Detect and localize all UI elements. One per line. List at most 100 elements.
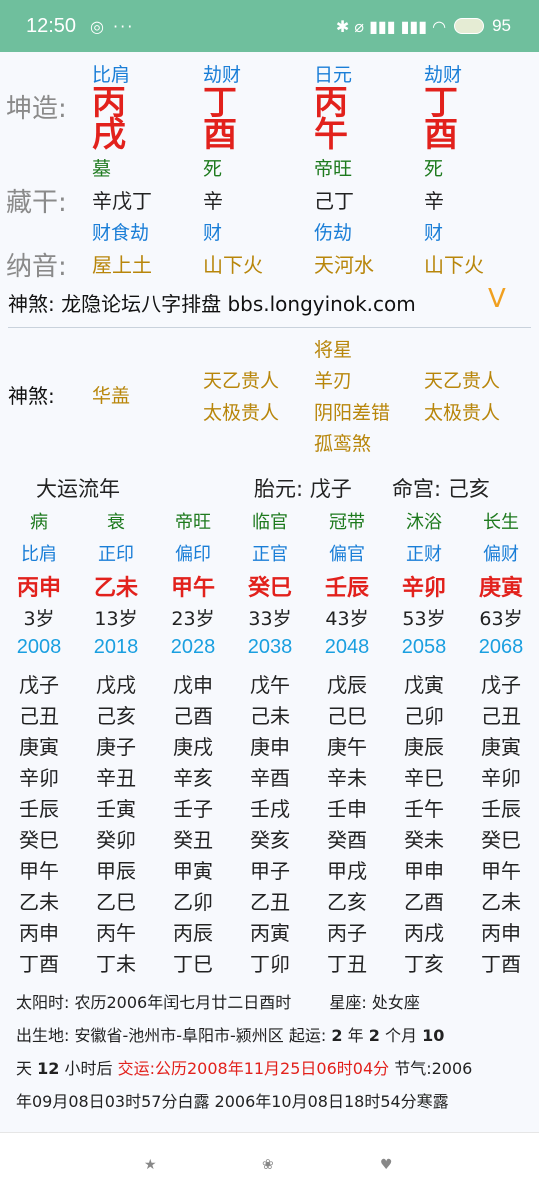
pillar-branch: 酉 bbox=[203, 115, 237, 155]
liunian-cell[interactable]: 乙亥 bbox=[310, 886, 384, 915]
liunian-cell[interactable]: 戊寅 bbox=[387, 669, 461, 698]
pillar-hidden: 辛戊丁 bbox=[92, 189, 152, 213]
liunian-cell[interactable]: 乙丑 bbox=[233, 886, 307, 915]
shensha-item: 太极贵人 bbox=[203, 402, 280, 424]
liunian-cell[interactable]: 丁亥 bbox=[387, 948, 461, 977]
birthplace: 出生地: 安徽省-池州市-阜阳市-颍州区 bbox=[16, 1026, 284, 1045]
liunian-cell[interactable]: 庚午 bbox=[310, 731, 384, 760]
liunian-cell[interactable]: 辛巳 bbox=[387, 762, 461, 791]
liunian-cell[interactable]: 丁酉 bbox=[464, 948, 538, 977]
paw-icon[interactable]: ❀ bbox=[262, 1157, 274, 1173]
liunian-cell[interactable]: 己卯 bbox=[387, 700, 461, 729]
liunian-cell[interactable]: 甲辰 bbox=[79, 855, 153, 884]
liunian-cell[interactable]: 甲申 bbox=[387, 855, 461, 884]
liunian-cell[interactable]: 丙辰 bbox=[156, 917, 230, 946]
info-jiaoyun: 天 12 小时后 交运:公历2008年11月25日06时04分 节气:2006 bbox=[16, 1055, 472, 1079]
liunian-cell[interactable]: 癸巳 bbox=[2, 824, 76, 853]
liunian-cell[interactable]: 壬申 bbox=[310, 793, 384, 822]
liunian-cell[interactable]: 丁卯 bbox=[233, 948, 307, 977]
liunian-cell[interactable]: 壬辰 bbox=[2, 793, 76, 822]
liunian-cell[interactable]: 戊辰 bbox=[310, 669, 384, 698]
liunian-cell[interactable]: 庚申 bbox=[233, 731, 307, 760]
dayun-phase: 衰 bbox=[107, 512, 125, 533]
liunian-cell[interactable]: 甲戌 bbox=[310, 855, 384, 884]
liunian-cell[interactable]: 戊午 bbox=[233, 669, 307, 698]
liunian-cell[interactable]: 庚子 bbox=[79, 731, 153, 760]
liunian-cell[interactable]: 己丑 bbox=[2, 700, 76, 729]
dayun-ganzhi: 甲午 bbox=[170, 576, 215, 601]
liunian-cell[interactable]: 丙寅 bbox=[233, 917, 307, 946]
pillar-phase: 死 bbox=[203, 158, 223, 180]
divider bbox=[8, 327, 531, 328]
liunian-cell[interactable]: 庚寅 bbox=[464, 731, 538, 760]
liunian-cell[interactable]: 己未 bbox=[233, 700, 307, 729]
dayun-shishen: 比肩 bbox=[21, 544, 57, 565]
liunian-cell[interactable]: 癸巳 bbox=[464, 824, 538, 853]
heart-icon[interactable]: ♥ bbox=[380, 1157, 393, 1173]
liunian-cell[interactable]: 丙戌 bbox=[387, 917, 461, 946]
liunian-cell[interactable]: 癸亥 bbox=[233, 824, 307, 853]
dayun-ganzhi: 壬辰 bbox=[324, 576, 369, 601]
info-solar-time: 太阳时: 农历2006年闰七月廿二日酉时 星座: 处女座 bbox=[16, 989, 420, 1013]
pillar-hidden: 己丁 bbox=[314, 189, 354, 213]
site-banner[interactable]: 神煞: 龙隐论坛八字排盘 bbs.longyinok.com bbox=[8, 288, 416, 317]
liunian-cell[interactable]: 辛酉 bbox=[233, 762, 307, 791]
qiyun-day: 10 bbox=[422, 1026, 445, 1045]
liunian-cell[interactable]: 乙卯 bbox=[156, 886, 230, 915]
star-icon[interactable]: ★ bbox=[144, 1157, 157, 1173]
liunian-cell[interactable]: 癸卯 bbox=[79, 824, 153, 853]
liunian-cell[interactable]: 庚戌 bbox=[156, 731, 230, 760]
liunian-cell[interactable]: 丙申 bbox=[2, 917, 76, 946]
qiyun-year-unit: 年 bbox=[347, 1026, 364, 1045]
pillar-hidden-shishen: 伤劫 bbox=[314, 222, 353, 244]
liunian-cell[interactable]: 丙子 bbox=[310, 917, 384, 946]
status-time: 12:50 bbox=[26, 15, 77, 37]
liunian-cell[interactable]: 乙巳 bbox=[79, 886, 153, 915]
liunian-cell[interactable]: 己巳 bbox=[310, 700, 384, 729]
pillar-hidden-shishen: 财食劫 bbox=[92, 222, 150, 244]
liunian-cell[interactable]: 辛卯 bbox=[2, 762, 76, 791]
dayun-ganzhi: 乙未 bbox=[93, 576, 138, 601]
liunian-cell[interactable]: 甲午 bbox=[2, 855, 76, 884]
dayun-year: 2048 bbox=[324, 636, 370, 658]
liunian-cell[interactable]: 甲子 bbox=[233, 855, 307, 884]
liunian-cell[interactable]: 壬子 bbox=[156, 793, 230, 822]
liunian-cell[interactable]: 乙未 bbox=[2, 886, 76, 915]
dayun-phase: 病 bbox=[30, 512, 48, 533]
liunian-cell[interactable]: 辛未 bbox=[310, 762, 384, 791]
liunian-cell[interactable]: 乙未 bbox=[464, 886, 538, 915]
liunian-cell[interactable]: 丁巳 bbox=[156, 948, 230, 977]
liunian-cell[interactable]: 丙午 bbox=[79, 917, 153, 946]
liunian-cell[interactable]: 辛丑 bbox=[79, 762, 153, 791]
liunian-cell[interactable]: 甲寅 bbox=[156, 855, 230, 884]
liunian-cell[interactable]: 丁未 bbox=[79, 948, 153, 977]
liunian-cell[interactable]: 壬午 bbox=[387, 793, 461, 822]
liunian-cell[interactable]: 辛亥 bbox=[156, 762, 230, 791]
liunian-cell[interactable]: 戊申 bbox=[156, 669, 230, 698]
dayun-age: 3岁 bbox=[23, 608, 55, 630]
liunian-cell[interactable]: 庚辰 bbox=[387, 731, 461, 760]
liunian-cell[interactable]: 壬戌 bbox=[233, 793, 307, 822]
liunian-cell[interactable]: 辛卯 bbox=[464, 762, 538, 791]
liunian-cell[interactable]: 己亥 bbox=[79, 700, 153, 729]
status-bar: 12:50 ◎ ··· ✱ ⌀ ▮▮▮ ▮▮▮ ◠ 95 bbox=[0, 0, 539, 52]
liunian-cell[interactable]: 庚寅 bbox=[2, 731, 76, 760]
liunian-cell[interactable]: 癸未 bbox=[387, 824, 461, 853]
chevron-down-icon[interactable]: V bbox=[488, 284, 506, 314]
liunian-cell[interactable]: 丁丑 bbox=[310, 948, 384, 977]
liunian-cell[interactable]: 癸丑 bbox=[156, 824, 230, 853]
liunian-cell[interactable]: 戊戌 bbox=[79, 669, 153, 698]
liunian-cell[interactable]: 壬辰 bbox=[464, 793, 538, 822]
liunian-cell[interactable]: 己酉 bbox=[156, 700, 230, 729]
liunian-cell[interactable]: 癸酉 bbox=[310, 824, 384, 853]
liunian-cell[interactable]: 壬寅 bbox=[79, 793, 153, 822]
liunian-cell[interactable]: 丁酉 bbox=[2, 948, 76, 977]
liunian-cell[interactable]: 丙申 bbox=[464, 917, 538, 946]
bottom-navbar: ★ ❀ ♥ bbox=[0, 1132, 539, 1200]
liunian-cell[interactable]: 戊子 bbox=[2, 669, 76, 698]
liunian-cell[interactable]: 甲午 bbox=[464, 855, 538, 884]
liunian-cell[interactable]: 己丑 bbox=[464, 700, 538, 729]
shensha-item: 天乙贵人 bbox=[424, 370, 501, 392]
liunian-cell[interactable]: 乙酉 bbox=[387, 886, 461, 915]
liunian-cell[interactable]: 戊子 bbox=[464, 669, 538, 698]
